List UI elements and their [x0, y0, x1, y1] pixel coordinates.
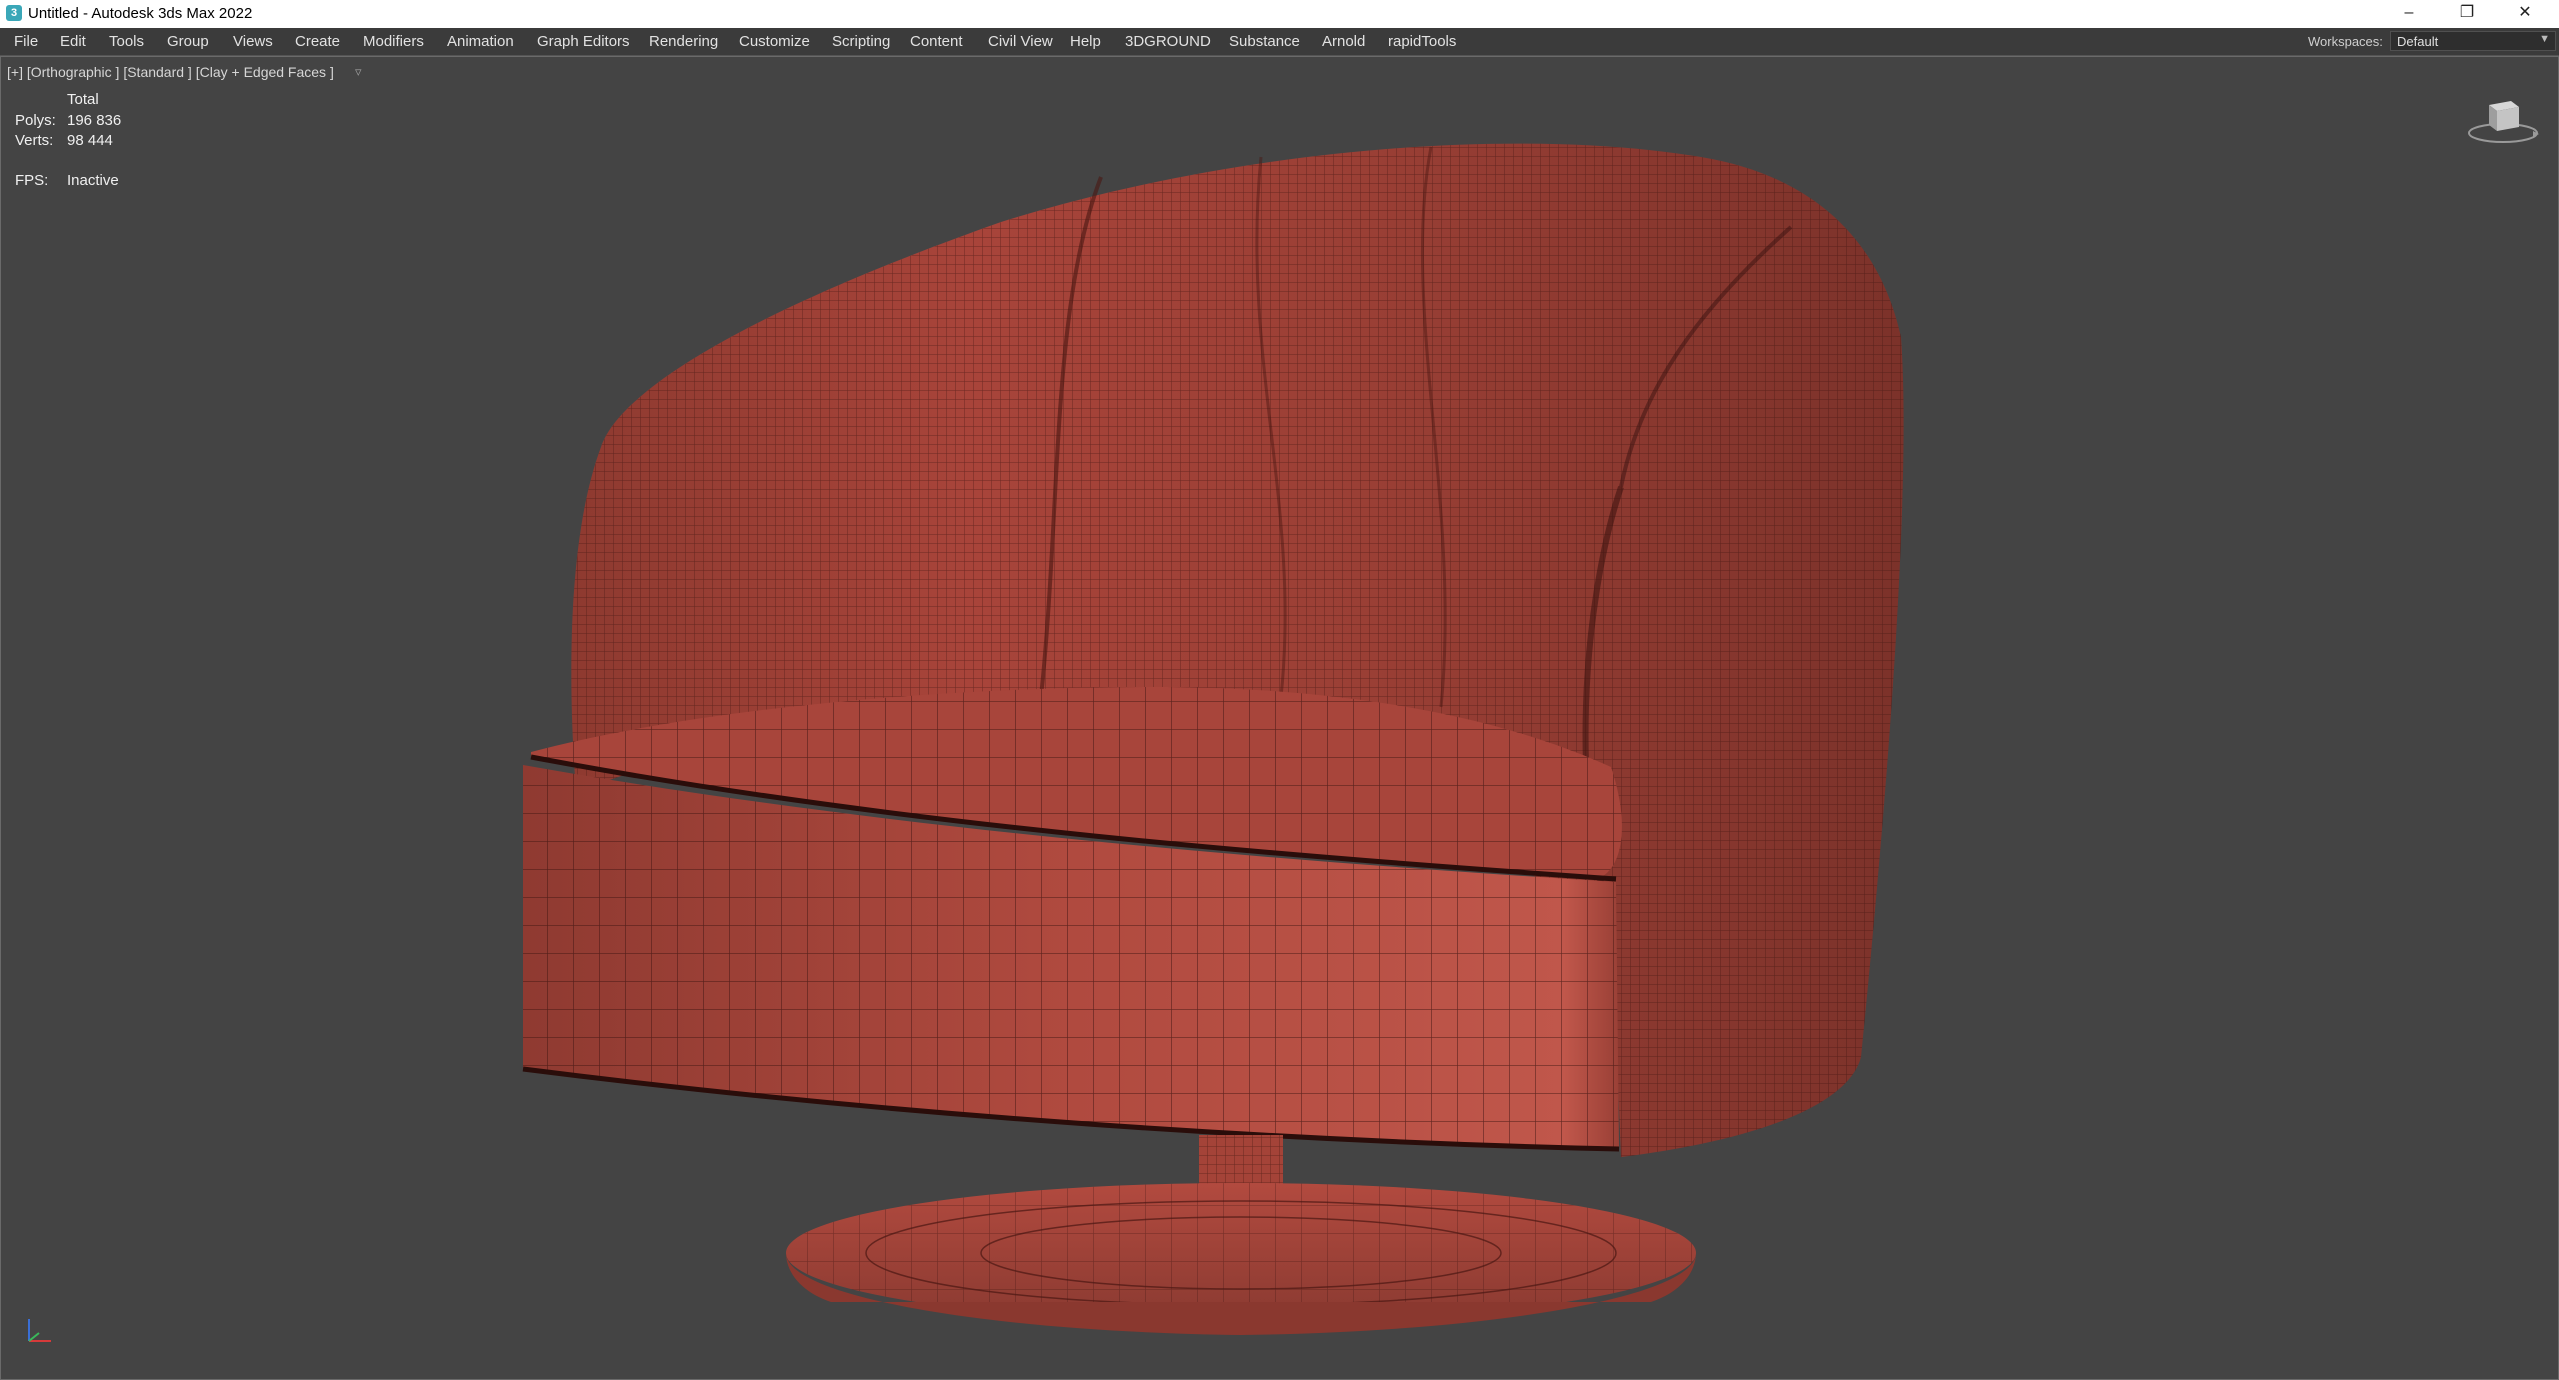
- restore-icon[interactable]: ❐: [2438, 0, 2496, 28]
- workspaces-dropdown[interactable]: Default ▼: [2390, 31, 2556, 51]
- menu-group[interactable]: Group: [167, 33, 209, 50]
- menu-tools[interactable]: Tools: [109, 33, 144, 50]
- menu-views[interactable]: Views: [233, 33, 273, 50]
- fps-label: FPS:: [15, 172, 49, 189]
- app-icon[interactable]: 3: [6, 5, 22, 21]
- minimize-icon[interactable]: –: [2380, 0, 2438, 28]
- menu-customize[interactable]: Customize: [739, 33, 810, 50]
- menu-file[interactable]: File: [14, 33, 38, 50]
- menu-rendering[interactable]: Rendering: [649, 33, 718, 50]
- window-title: Untitled - Autodesk 3ds Max 2022: [28, 5, 253, 22]
- menu-3dground[interactable]: 3DGROUND: [1125, 33, 1211, 50]
- verts-value: 98 444: [67, 132, 113, 149]
- workspaces-value: Default: [2397, 34, 2439, 49]
- chevron-down-icon: ▼: [2539, 33, 2550, 45]
- perspective-viewport[interactable]: [+] [Orthographic ] [Standard ] [Clay + …: [0, 56, 2559, 1380]
- menu-bar: File Edit Tools Group Views Create Modif…: [0, 28, 2559, 56]
- menu-arnold[interactable]: Arnold: [1322, 33, 1365, 50]
- menu-animation[interactable]: Animation: [447, 33, 514, 50]
- title-bar: 3 Untitled - Autodesk 3ds Max 2022 – ❐ ✕: [0, 0, 2559, 28]
- menu-content[interactable]: Content: [910, 33, 963, 50]
- menu-graph-editors[interactable]: Graph Editors: [537, 33, 630, 50]
- close-icon[interactable]: ✕: [2496, 0, 2554, 28]
- menu-rapidtools[interactable]: rapidTools: [1388, 33, 1456, 50]
- fps-value: Inactive: [67, 172, 119, 189]
- verts-label: Verts:: [15, 132, 54, 149]
- menu-create[interactable]: Create: [295, 33, 340, 50]
- polys-value: 196 836: [67, 112, 122, 129]
- menu-edit[interactable]: Edit: [60, 33, 86, 50]
- filter-icon[interactable]: ▿: [355, 64, 362, 80]
- viewport-label-menu[interactable]: [+] [Orthographic ] [Standard ] [Clay + …: [7, 64, 334, 80]
- chair-model: [522, 143, 1904, 1335]
- menu-modifiers[interactable]: Modifiers: [363, 33, 424, 50]
- viewcube-icon[interactable]: [2463, 91, 2543, 151]
- workspaces-label: Workspaces:: [2308, 34, 2383, 49]
- menu-substance[interactable]: Substance: [1229, 33, 1300, 50]
- stats-header: Total: [67, 91, 99, 108]
- menu-civil-view[interactable]: Civil View: [988, 33, 1053, 50]
- menu-scripting[interactable]: Scripting: [832, 33, 890, 50]
- axis-tripod-icon: [28, 1319, 51, 1342]
- polys-label: Polys:: [15, 112, 56, 129]
- menu-help[interactable]: Help: [1070, 33, 1101, 50]
